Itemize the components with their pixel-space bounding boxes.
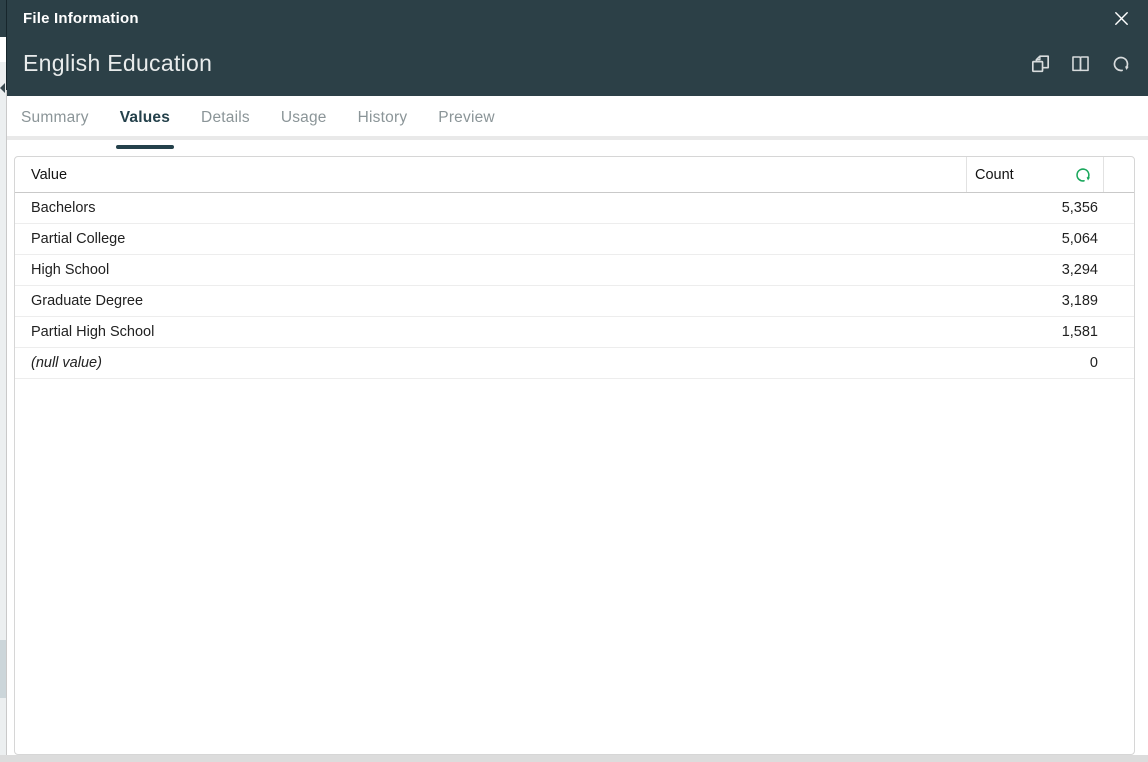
row-spacer (1104, 224, 1134, 254)
tab-preview[interactable]: Preview (436, 98, 497, 138)
value-cell: (null value) (15, 348, 967, 378)
table-row[interactable]: Partial High School1,581 (15, 317, 1134, 348)
asset-header-actions (1027, 52, 1133, 76)
row-spacer (1104, 348, 1134, 378)
table-body: Bachelors5,356Partial College5,064High S… (15, 193, 1134, 754)
reload-icon (1110, 53, 1132, 75)
table-row[interactable]: Bachelors5,356 (15, 193, 1134, 224)
count-cell: 5,356 (967, 193, 1104, 223)
column-header-value-label: Value (31, 167, 67, 183)
row-spacer (1104, 255, 1134, 285)
close-button[interactable] (1108, 6, 1134, 32)
tab-history[interactable]: History (356, 98, 410, 138)
tab-usage[interactable]: Usage (279, 98, 329, 138)
tab-values[interactable]: Values (118, 98, 172, 138)
dialog-title: File Information (23, 10, 139, 27)
column-header-spacer (1104, 157, 1134, 192)
count-cell: 3,294 (967, 255, 1104, 285)
table-row[interactable]: (null value)0 (15, 348, 1134, 379)
count-cell: 0 (967, 348, 1104, 378)
tab-summary[interactable]: Summary (19, 98, 91, 138)
glossary-book-icon (1069, 52, 1092, 75)
table-row[interactable]: Graduate Degree3,189 (15, 286, 1134, 317)
file-information-dialog: File Information English Education Summa… (7, 0, 1148, 755)
table-row[interactable]: Partial College5,064 (15, 224, 1134, 255)
asset-title: English Education (23, 50, 212, 77)
close-icon (1112, 9, 1131, 28)
reload-button[interactable] (1109, 52, 1133, 76)
value-cell: Bachelors (15, 193, 967, 223)
background-bottom-strip (0, 755, 1148, 762)
asset-header: English Education (7, 37, 1148, 96)
values-table-card: Value Count Bachelors5,356Partial Colleg… (14, 156, 1135, 755)
background-collapse-arrow-icon (0, 83, 5, 93)
column-header-count-label: Count (975, 167, 1014, 183)
tab-bar: Summary Values Details Usage History Preview (7, 96, 1148, 140)
value-cell: Partial College (15, 224, 967, 254)
copy-versions-button[interactable] (1027, 52, 1051, 76)
value-cell: High School (15, 255, 967, 285)
column-header-count[interactable]: Count (967, 157, 1104, 192)
table-header-row: Value Count (15, 157, 1134, 193)
tab-details[interactable]: Details (199, 98, 252, 138)
glossary-book-button[interactable] (1068, 52, 1092, 76)
row-spacer (1104, 317, 1134, 347)
table-row[interactable]: High School3,294 (15, 255, 1134, 286)
row-spacer (1104, 193, 1134, 223)
copy-versions-icon (1028, 52, 1051, 75)
value-cell: Graduate Degree (15, 286, 967, 316)
dialog-titlebar: File Information (7, 0, 1148, 37)
count-cell: 5,064 (967, 224, 1104, 254)
refresh-counts-button[interactable] (1073, 165, 1093, 185)
row-spacer (1104, 286, 1134, 316)
refresh-counts-icon (1073, 165, 1093, 185)
value-cell: Partial High School (15, 317, 967, 347)
column-header-value[interactable]: Value (15, 157, 967, 192)
count-cell: 3,189 (967, 286, 1104, 316)
count-cell: 1,581 (967, 317, 1104, 347)
